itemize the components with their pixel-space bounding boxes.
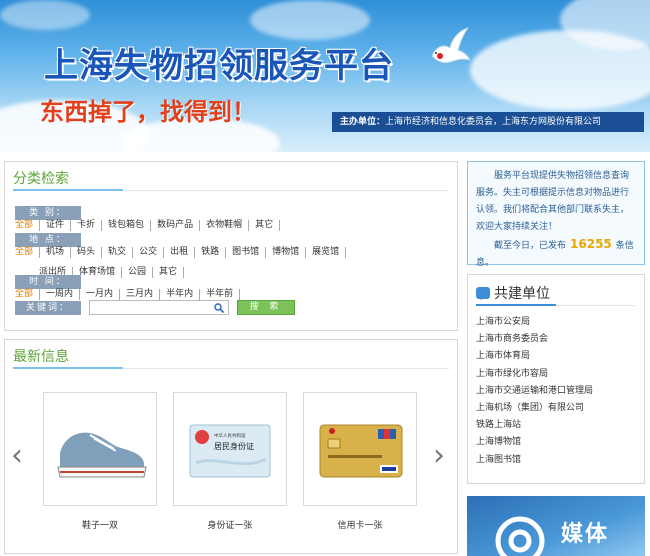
category-option[interactable]: 衣物鞋帽 bbox=[200, 220, 250, 231]
item-caption[interactable]: 鞋子一双 bbox=[43, 518, 157, 531]
time-option[interactable]: 三月内 bbox=[120, 289, 161, 300]
filter-label-keyword: 关键词： bbox=[15, 300, 81, 315]
filter-label-category: 类 别： bbox=[15, 206, 81, 220]
sponsor-label: 主办单位： bbox=[340, 117, 386, 127]
category-option[interactable]: 证件 bbox=[40, 220, 72, 231]
category-options: 全部 证件 卡折 钱包箱包 数码产品 衣物鞋帽 其它 bbox=[15, 220, 385, 231]
location-option[interactable]: 码头 bbox=[71, 247, 103, 258]
filter-label-location: 地 点： bbox=[15, 233, 81, 247]
sponsor-text: 上海市经济和信息化委员会，上海东方网股份有限公司 bbox=[385, 117, 602, 127]
id-card-header: 中华人民共和国 bbox=[214, 432, 246, 439]
location-option[interactable]: 轨交 bbox=[102, 247, 134, 258]
item-caption[interactable]: 信用卡一张 bbox=[303, 518, 417, 531]
title-divider bbox=[13, 189, 449, 191]
location-option[interactable]: 铁路 bbox=[195, 247, 227, 258]
item-image-shoe[interactable] bbox=[43, 392, 157, 506]
id-card-icon: 中华人民共和国 居民身份证 bbox=[189, 424, 271, 478]
latest-item[interactable]: 鞋子一双 bbox=[43, 392, 157, 531]
location-option[interactable]: 出租 bbox=[164, 247, 196, 258]
id-card-text: 居民身份证 bbox=[214, 441, 254, 451]
search-panel-title: 分类检索 bbox=[13, 171, 69, 187]
partners-panel: 共建单位 上海市公安局 上海市商务委员会 上海市体育局 上海市绿化市容局 上海市… bbox=[467, 274, 645, 484]
location-option[interactable]: 公交 bbox=[133, 247, 165, 258]
partner-link[interactable]: 上海市公安局 bbox=[476, 314, 593, 331]
notice-text: 服务平台现提供失物招领信息查询服务。失主可根据提示信息对物品进行认领。我们将配合… bbox=[476, 171, 630, 232]
latest-item[interactable]: 信用卡一张 bbox=[303, 392, 417, 531]
partner-link[interactable]: 上海市交通运输和港口管理局 bbox=[476, 383, 593, 400]
time-option-all[interactable]: 全部 bbox=[15, 289, 41, 300]
filter-row-time: 时 间： 全部 一周内 一月内 三月内 半年内 半年前 bbox=[15, 275, 457, 300]
partners-list: 上海市公安局 上海市商务委员会 上海市体育局 上海市绿化市容局 上海市交通运输和… bbox=[476, 314, 593, 469]
partner-link[interactable]: 铁路上海站 bbox=[476, 417, 593, 434]
category-option[interactable]: 其它 bbox=[249, 220, 281, 231]
media-banner[interactable]: 媒体 bbox=[467, 496, 645, 556]
filter-row-category: 类 别： 全部 证件 卡折 钱包箱包 数码产品 衣物鞋帽 其它 bbox=[15, 206, 457, 231]
title-divider bbox=[476, 304, 636, 306]
search-button[interactable]: 搜 索 bbox=[237, 300, 295, 315]
location-option[interactable]: 博物馆 bbox=[266, 247, 307, 258]
dove-icon bbox=[431, 27, 471, 64]
notice-count-line: 截至今日，已发布 16255 条信息。 bbox=[476, 236, 636, 272]
search-icon[interactable] bbox=[214, 303, 224, 313]
location-option[interactable]: 展览馆 bbox=[306, 247, 347, 258]
speech-bubble-icon bbox=[476, 287, 490, 300]
location-options: 全部 机场 码头 轨交 公交 出租 铁路 图书馆 博物馆 展览馆 派出所 体育场… bbox=[15, 247, 385, 278]
site-title: 上海失物招领服务平台 bbox=[44, 46, 394, 86]
partner-link[interactable]: 上海市绿化市容局 bbox=[476, 366, 593, 383]
category-option-all[interactable]: 全部 bbox=[15, 220, 41, 231]
carousel-next-button[interactable]: › bbox=[433, 438, 445, 473]
category-option[interactable]: 数码产品 bbox=[151, 220, 201, 231]
published-count: 16255 bbox=[570, 237, 612, 251]
at-sign-icon bbox=[495, 516, 545, 556]
partners-title: 共建单位 bbox=[476, 283, 550, 303]
header-banner: 上海失物招领服务平台 东西掉了，找得到！ 主办单位：上海市经济和信息化委员会，上… bbox=[0, 0, 650, 152]
filter-label-time: 时 间： bbox=[15, 275, 81, 289]
filter-row-location: 地 点： 全部 机场 码头 轨交 公交 出租 铁路 图书馆 博物馆 展览馆 派出… bbox=[15, 233, 457, 278]
time-options: 全部 一周内 一月内 三月内 半年内 半年前 bbox=[15, 289, 385, 300]
time-option[interactable]: 半年前 bbox=[200, 289, 241, 300]
latest-info-panel: 最新信息 ‹ › 鞋子一双 中华人民共和国 居民身份证 身份证一张 信用卡一张 bbox=[4, 339, 458, 554]
notice-count-prefix: 截至今日，已发布 bbox=[494, 241, 567, 251]
shoe-icon bbox=[57, 432, 147, 478]
time-option[interactable]: 一月内 bbox=[80, 289, 121, 300]
site-slogan: 东西掉了，找得到！ bbox=[40, 97, 256, 126]
category-option[interactable]: 卡折 bbox=[71, 220, 103, 231]
location-option[interactable]: 机场 bbox=[40, 247, 72, 258]
filter-row-keyword: 关键词： 搜 索 bbox=[15, 300, 295, 315]
partner-link[interactable]: 上海市商务委员会 bbox=[476, 331, 593, 348]
time-option[interactable]: 一周内 bbox=[40, 289, 81, 300]
category-search-panel: 分类检索 类 别： 全部 证件 卡折 钱包箱包 数码产品 衣物鞋帽 其它 地 点… bbox=[4, 161, 458, 331]
location-option-all[interactable]: 全部 bbox=[15, 247, 41, 258]
category-option[interactable]: 钱包箱包 bbox=[102, 220, 152, 231]
location-option[interactable]: 图书馆 bbox=[226, 247, 267, 258]
latest-item[interactable]: 中华人民共和国 居民身份证 身份证一张 bbox=[173, 392, 287, 531]
item-image-idcard[interactable]: 中华人民共和国 居民身份证 bbox=[173, 392, 287, 506]
credit-card-icon bbox=[319, 424, 403, 478]
partner-link[interactable]: 上海机场（集团）有限公司 bbox=[476, 400, 593, 417]
platform-notice: 服务平台现提供失物招领信息查询服务。失主可根据提示信息对物品进行认领。我们将配合… bbox=[467, 161, 645, 268]
partner-link[interactable]: 上海图书馆 bbox=[476, 452, 593, 469]
partners-title-text: 共建单位 bbox=[494, 286, 550, 302]
partner-link[interactable]: 上海市体育局 bbox=[476, 348, 593, 365]
carousel-prev-button[interactable]: ‹ bbox=[11, 438, 23, 473]
time-option[interactable]: 半年内 bbox=[160, 289, 201, 300]
latest-panel-title: 最新信息 bbox=[13, 349, 69, 365]
item-image-creditcard[interactable] bbox=[303, 392, 417, 506]
title-divider bbox=[13, 367, 449, 369]
keyword-input[interactable] bbox=[89, 300, 229, 315]
item-caption[interactable]: 身份证一张 bbox=[173, 518, 287, 531]
partner-link[interactable]: 上海博物馆 bbox=[476, 434, 593, 451]
sponsor-bar: 主办单位：上海市经济和信息化委员会，上海东方网股份有限公司 bbox=[332, 112, 644, 132]
media-label: 媒体 bbox=[561, 522, 610, 547]
